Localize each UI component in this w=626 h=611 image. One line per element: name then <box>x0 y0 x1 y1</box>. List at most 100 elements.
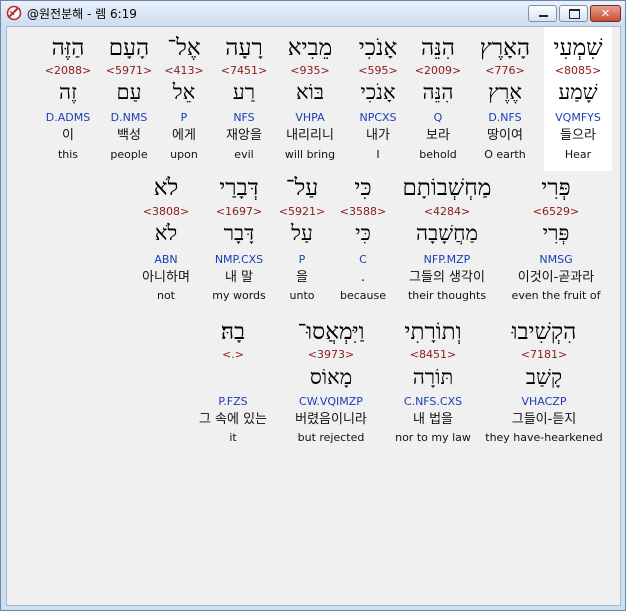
strong-number[interactable]: <1697> <box>204 205 274 218</box>
korean-gloss: 을 <box>296 270 308 285</box>
english-gloss: it <box>229 431 237 444</box>
korean-gloss: 내가 <box>366 128 390 143</box>
korean-gloss: 재앙을 <box>226 128 262 143</box>
minimize-button[interactable] <box>528 5 557 22</box>
morphology-code: D.NFS <box>488 111 522 124</box>
word-card[interactable]: פְּרִי <6529> פְּרִי NMSG 이것이-곧과라 even t… <box>503 173 609 307</box>
strong-number[interactable]: <8451> <box>393 348 473 361</box>
strong-number[interactable]: <5921> <box>269 205 335 218</box>
english-gloss: O earth <box>484 148 526 161</box>
word-card[interactable]: כִּי <3588> כִּי C . because <box>333 173 393 307</box>
strong-number[interactable]: <.> <box>188 348 278 361</box>
hebrew-word: הָאָרֶץ <box>479 35 531 61</box>
morphology-code: CW.VQIMZP <box>299 395 363 408</box>
word-card[interactable]: הִנֵּה <2009> הִנֵּה Q 보라 behold <box>404 27 472 171</box>
morphology-code: Q <box>433 111 443 124</box>
strong-number[interactable]: <935> <box>276 64 344 77</box>
korean-gloss: 버렸음이니라 <box>295 412 367 427</box>
korean-gloss: 그들이-듣지 <box>511 412 577 427</box>
hebrew-word: הִקְשִׁיבוּ <box>511 319 577 345</box>
close-button[interactable]: ✕ <box>590 5 621 22</box>
korean-gloss: 그 속에 있는 <box>198 412 268 427</box>
hebrew-word: וַיִּמְאֲסוּ־ <box>297 319 365 345</box>
korean-gloss: 들으라 <box>560 128 596 143</box>
morphology-code: D.NMS <box>110 111 148 124</box>
word-card[interactable]: רָעָה <7451> רַע NFS 재앙을 evil <box>210 27 278 171</box>
hebrew-lemma: עַל <box>291 221 313 245</box>
korean-gloss: 보라 <box>426 128 450 143</box>
morphology-code: P.FZS <box>218 395 248 408</box>
word-card[interactable]: אָנֹכִי <595> אָנֹכִי NPCXS 내가 I <box>344 27 412 171</box>
hebrew-lemma: דָּבָר <box>223 221 255 245</box>
hebrew-lemma: אָנֹכִי <box>360 80 396 104</box>
hebrew-word: בָהּ׃ <box>220 319 246 345</box>
maximize-button[interactable] <box>559 5 588 22</box>
strong-number[interactable]: <3588> <box>333 205 393 218</box>
hebrew-word: הָעָם <box>108 35 150 61</box>
hebrew-lemma: עַם <box>116 80 142 104</box>
hebrew-word: כִּי <box>354 175 372 201</box>
strong-number[interactable]: <2088> <box>34 64 102 77</box>
word-card[interactable]: הָעָם <5971> עַם D.NMS 백성 people <box>95 27 163 171</box>
morphology-code: NPCXS <box>359 111 397 124</box>
korean-gloss: 땅이여 <box>487 128 523 143</box>
strong-number[interactable]: <4284> <box>400 205 494 218</box>
hebrew-lemma: פְּרִי <box>542 221 570 245</box>
hebrew-lemma: כִּי <box>355 221 371 245</box>
english-gloss: evil <box>234 148 254 161</box>
english-gloss: people <box>110 148 148 161</box>
word-card[interactable]: לֹא <3808> לֹא ABN 아니하며 not <box>133 173 199 307</box>
hebrew-lemma: קָשַׁב <box>525 365 563 389</box>
morphology-code: NMSG <box>539 253 573 266</box>
word-card[interactable]: מַחְשְׁבוֹתָם <4284> מַחֲשָׁבָה NFP.MZP … <box>400 173 494 307</box>
morphology-code: D.ADMS <box>45 111 91 124</box>
hebrew-lemma: זֶה <box>59 80 77 104</box>
hebrew-word: מַחְשְׁבוֹתָם <box>402 175 492 201</box>
english-gloss: my words <box>212 289 266 302</box>
korean-gloss: 이 <box>62 128 74 143</box>
hebrew-lemma: בּוֹא <box>295 80 325 104</box>
english-gloss: unto <box>289 289 315 302</box>
close-icon: ✕ <box>600 7 611 20</box>
korean-gloss: 이것이-곧과라 <box>517 270 595 285</box>
strong-number[interactable]: <2009> <box>404 64 472 77</box>
word-card[interactable]: מֵבִיא <935> בּוֹא VHPA 내리리니 will bring <box>276 27 344 171</box>
hebrew-lemma: אֶרֶץ <box>488 80 522 104</box>
strong-number[interactable]: <776> <box>471 64 539 77</box>
strong-number[interactable]: <3973> <box>288 348 374 361</box>
strong-number[interactable]: <595> <box>344 64 412 77</box>
strong-number[interactable]: <6529> <box>503 205 609 218</box>
word-card[interactable]: הָאָרֶץ <776> אֶרֶץ D.NFS 땅이여 O earth <box>471 27 539 171</box>
morphology-code: NMP.CXS <box>214 253 264 266</box>
english-gloss: but rejected <box>297 431 365 444</box>
word-card[interactable]: וְתוֹרָתִי <8451> תּוֹרָה C.NFS.CXS 내 법을… <box>393 315 473 449</box>
word-card[interactable]: הִקְשִׁיבוּ <7181> קָשַׁב VHACZP 그들이-듣지 … <box>479 315 609 449</box>
title-bar[interactable]: @원전분해 - 렘 6:19 ✕ <box>1 1 625 26</box>
hebrew-word: אָנֹכִי <box>358 35 398 61</box>
korean-gloss: 아니하며 <box>142 270 190 285</box>
english-gloss: their thoughts <box>407 289 487 302</box>
strong-number[interactable]: <3808> <box>133 205 199 218</box>
strong-number[interactable]: <5971> <box>95 64 163 77</box>
word-card[interactable]: וַיִּמְאֲסוּ־ <3973> מָאוֹס CW.VQIMZP 버렸… <box>288 315 374 449</box>
bible-app-icon <box>6 5 22 21</box>
english-gloss: behold <box>419 148 457 161</box>
word-card[interactable]: דְּבָרַי <1697> דָּבָר NMP.CXS 내 말 my wo… <box>204 173 274 307</box>
hebrew-word: פְּרִי <box>541 175 571 201</box>
word-card[interactable]: עַל־ <5921> עַל P 을 unto <box>269 173 335 307</box>
word-card[interactable]: בָהּ׃ <.> P.FZS 그 속에 있는 it <box>188 315 278 449</box>
english-gloss: nor to my law <box>395 431 471 444</box>
morphology-code: P <box>298 253 306 266</box>
strong-number[interactable]: <8085> <box>544 64 612 77</box>
morphology-code: C <box>359 253 367 266</box>
strong-number[interactable]: <7451> <box>210 64 278 77</box>
korean-gloss: 백성 <box>117 128 141 143</box>
word-card[interactable]: שִׁמְעִי <8085> שָׁמַע VQMFYS 들으라 Hear <box>544 27 612 171</box>
strong-number[interactable]: <7181> <box>479 348 609 361</box>
morphology-code: VHACZP <box>521 395 567 408</box>
english-gloss: they have-hearkened <box>485 431 603 444</box>
morphology-code: NFS <box>233 111 255 124</box>
hebrew-word: עַל־ <box>285 175 319 201</box>
word-card[interactable]: הַזֶּה <2088> זֶה D.ADMS 이 this <box>34 27 102 171</box>
hebrew-word: לֹא <box>153 175 179 201</box>
